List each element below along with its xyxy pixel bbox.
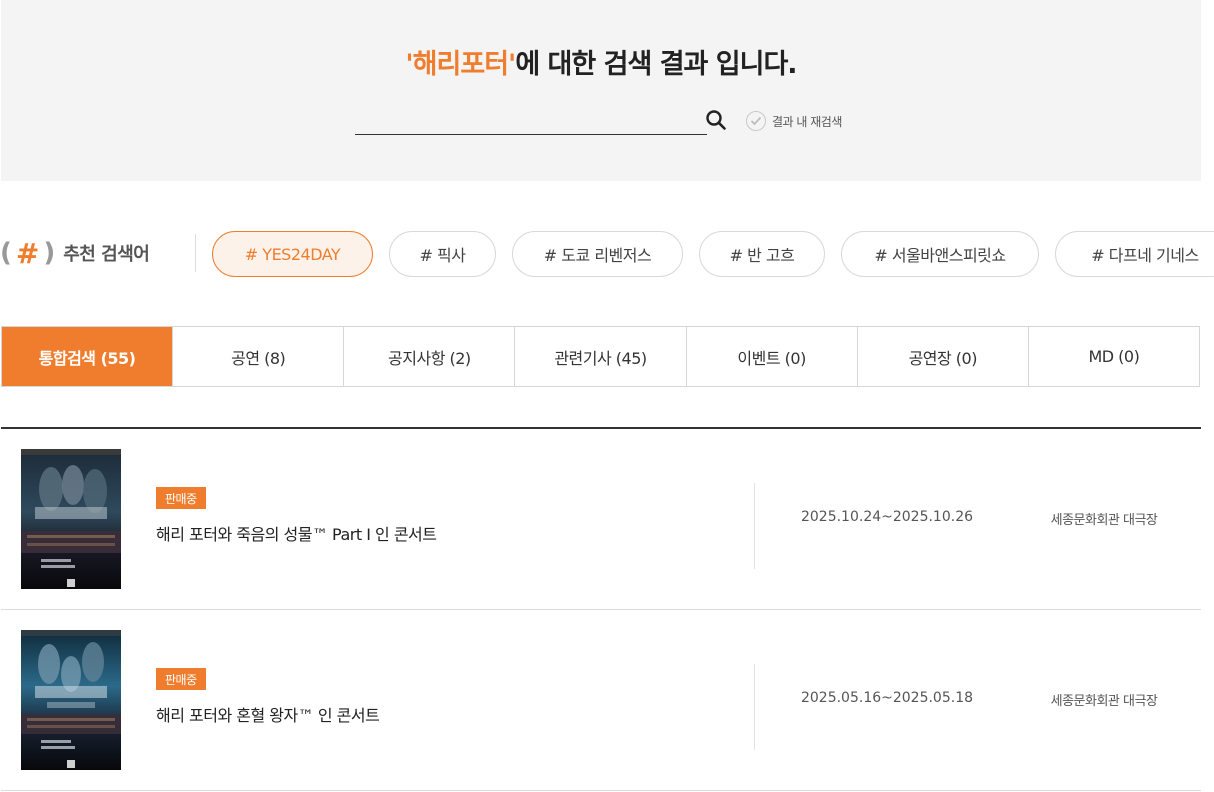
- hash-paren-close: ): [43, 238, 56, 268]
- divider: [754, 483, 755, 569]
- result-title[interactable]: 해리 포터와 혼혈 왕자™ 인 콘서트: [156, 702, 380, 726]
- tab-all[interactable]: 통합검색 (55): [2, 327, 173, 386]
- keyword-tag-seoul-bar-spirit-show[interactable]: # 서울바앤스피릿쇼: [841, 231, 1039, 277]
- keyword-tag-van-gogh[interactable]: # 반 고흐: [699, 231, 825, 277]
- result-item[interactable]: 판매중 해리 포터와 죽음의 성물™ Part I 인 콘서트 2025.10.…: [1, 429, 1201, 610]
- result-category-tabs: 통합검색 (55) 공연 (8) 공지사항 (2) 관련기사 (45) 이벤트 …: [1, 326, 1200, 387]
- search-icon: [706, 110, 726, 130]
- recommended-keywords: ( # ) 추천 검색어 # YES24DAY # 픽사 # 도쿄 리벤저스 #…: [0, 228, 1214, 278]
- result-item[interactable]: 판매중 해리 포터와 혼혈 왕자™ 인 콘서트 2025.05.16~2025.…: [1, 610, 1201, 791]
- result-venue: 세종문화회관 대극장: [1050, 513, 1158, 528]
- search-keyword: '해리포터': [405, 49, 516, 80]
- result-venue: 세종문화회관 대극장: [1050, 694, 1158, 709]
- tab-md[interactable]: MD (0): [1027, 327, 1199, 386]
- poster-image[interactable]: [21, 449, 121, 589]
- search-header: '해리포터'에 대한 검색 결과 입니다. 결과 내 재검색: [1, 0, 1201, 181]
- status-badge: 판매중: [156, 668, 206, 690]
- search-result-title: '해리포터'에 대한 검색 결과 입니다.: [1, 42, 1201, 81]
- search-box: [355, 106, 707, 135]
- divider: [195, 234, 196, 272]
- result-date: 2025.10.24~2025.10.26: [800, 509, 974, 525]
- recommended-title-text: 추천 검색어: [63, 244, 150, 265]
- status-badge: 판매중: [156, 487, 206, 509]
- recommended-title: ( # ) 추천 검색어: [0, 228, 150, 278]
- keyword-tag-yes24day[interactable]: # YES24DAY: [212, 231, 373, 277]
- keyword-tags: # YES24DAY # 픽사 # 도쿄 리벤저스 # 반 고흐 # 서울바앤스…: [212, 231, 1214, 277]
- keyword-tag-pixar[interactable]: # 픽사: [389, 231, 496, 277]
- poster-image[interactable]: [21, 630, 121, 770]
- check-icon: [746, 111, 766, 131]
- tab-venue[interactable]: 공연장 (0): [856, 327, 1028, 386]
- result-date: 2025.05.16~2025.05.18: [800, 690, 974, 706]
- research-within-results-checkbox[interactable]: 결과 내 재검색: [746, 110, 842, 132]
- tab-event[interactable]: 이벤트 (0): [685, 327, 857, 386]
- research-label: 결과 내 재검색: [772, 114, 842, 129]
- hash-icon: ( # ): [0, 237, 55, 270]
- tab-performance[interactable]: 공연 (8): [172, 327, 343, 386]
- keyword-tag-tokyo-revengers[interactable]: # 도쿄 리벤저스: [512, 231, 683, 277]
- result-title[interactable]: 해리 포터와 죽음의 성물™ Part I 인 콘서트: [156, 521, 437, 545]
- divider: [754, 664, 755, 750]
- search-title-suffix: 에 대한 검색 결과 입니다.: [515, 49, 797, 80]
- tab-articles[interactable]: 관련기사 (45): [514, 327, 685, 386]
- hash-paren-open: (: [0, 238, 12, 268]
- search-button[interactable]: [705, 109, 727, 131]
- search-input[interactable]: [355, 106, 707, 134]
- hash-symbol: #: [15, 236, 40, 270]
- keyword-tag-daphne-guinness[interactable]: # 다프네 기네스: [1055, 231, 1214, 277]
- tab-notice[interactable]: 공지사항 (2): [343, 327, 514, 386]
